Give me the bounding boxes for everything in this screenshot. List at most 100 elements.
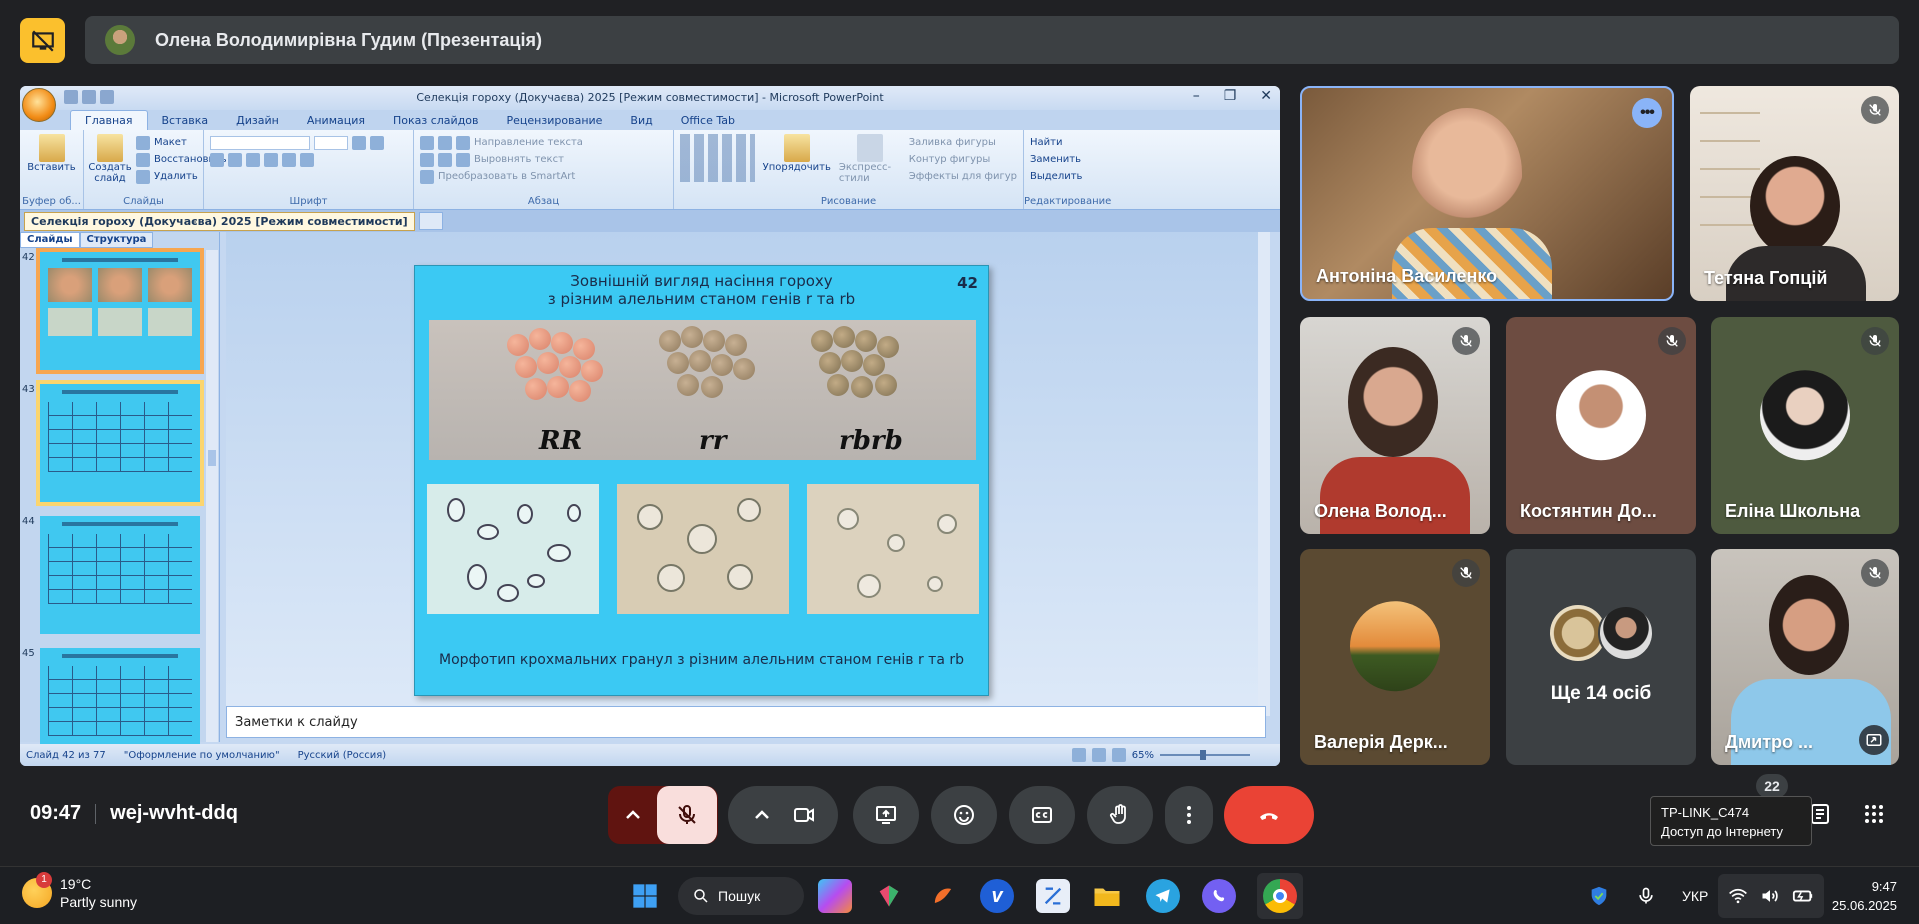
chevron-up-icon[interactable] (750, 803, 774, 827)
shapes-gallery[interactable] (680, 134, 755, 182)
reactions-button[interactable] (931, 786, 997, 844)
shape-outline-button[interactable]: Контур фигуры (909, 151, 1017, 168)
office-button[interactable] (22, 88, 56, 122)
tab-home[interactable]: Главная (70, 110, 148, 130)
network-volume-battery[interactable] (1718, 874, 1824, 918)
layout-button[interactable]: Макет (154, 137, 187, 148)
replace-button[interactable]: Заменить (1030, 151, 1098, 168)
weather-widget[interactable]: 1 19°C Partly sunny (22, 872, 137, 911)
normal-view-icon[interactable] (1071, 748, 1086, 762)
shrink-font-icon[interactable] (370, 135, 384, 150)
participant-tile[interactable]: Тетяна Гопцій (1690, 86, 1899, 301)
paint-icon[interactable] (926, 879, 960, 913)
strike-icon[interactable] (264, 152, 278, 167)
presentation-icon[interactable] (20, 18, 65, 63)
raise-hand-button[interactable] (1087, 786, 1153, 844)
align-left-icon[interactable] (420, 152, 434, 167)
zoom-slider[interactable] (1160, 750, 1250, 760)
tab-outline[interactable]: Структура (79, 232, 154, 248)
indent-icon[interactable] (456, 135, 470, 150)
maximize-icon[interactable]: ❐ (1224, 88, 1237, 104)
file-explorer-icon[interactable] (1090, 879, 1124, 913)
keyboard-language[interactable]: УКР (1682, 888, 1708, 904)
mic-toggle-button[interactable] (657, 786, 717, 844)
slide-thumbnail[interactable]: 42 (20, 248, 219, 380)
tab-design[interactable]: Дизайн (222, 111, 293, 130)
microphone-icon[interactable] (1636, 886, 1656, 906)
paste-button[interactable]: Вставить (27, 162, 75, 173)
picture-in-picture-icon[interactable] (1859, 725, 1889, 755)
chrome-icon[interactable] (1263, 879, 1297, 913)
columns-icon[interactable] (420, 169, 434, 184)
telegram-icon[interactable] (1146, 879, 1180, 913)
participant-tile[interactable]: Костянтин До... (1506, 317, 1696, 534)
slideshow-view-icon[interactable] (1111, 748, 1126, 762)
paste-icon[interactable] (38, 134, 65, 162)
clock[interactable]: 9:47 25.06.2025 (1832, 877, 1897, 915)
bold-icon[interactable] (210, 152, 224, 167)
italic-icon[interactable] (228, 152, 242, 167)
notes-field[interactable]: Заметки к слайду (226, 706, 1266, 738)
align-center-icon[interactable] (438, 152, 452, 167)
document-tab[interactable]: Селекція гороху (Докучаєва) 2025 [Режим … (24, 211, 415, 231)
viber-icon[interactable] (1202, 879, 1236, 913)
tab-slideshow[interactable]: Показ слайдов (379, 111, 493, 130)
font-size-input[interactable] (314, 135, 348, 150)
more-options-button[interactable]: ••• (1632, 98, 1662, 128)
tab-review[interactable]: Рецензирование (493, 111, 617, 130)
participant-tile[interactable]: Еліна Школьна (1711, 317, 1899, 534)
quick-styles-button[interactable]: Экспресс-стили (839, 162, 901, 184)
canvas-scrollbar[interactable] (1258, 232, 1270, 716)
participant-tile[interactable]: Олена Волод... (1300, 317, 1490, 534)
store-icon[interactable] (872, 879, 906, 913)
font-name-input[interactable] (210, 135, 310, 150)
participant-tile[interactable]: ••• Антоніна Василенко (1300, 86, 1674, 301)
shape-fill-button[interactable]: Заливка фигуры (909, 134, 1017, 151)
activities-icon[interactable] (1860, 800, 1888, 828)
tab-view[interactable]: Вид (616, 111, 666, 130)
tab-animation[interactable]: Анимация (293, 111, 379, 130)
minimize-icon[interactable]: – (1193, 88, 1200, 104)
smartart-button[interactable]: Преобразовать в SmartArt (438, 171, 575, 182)
snipping-tool-icon[interactable] (1036, 879, 1070, 913)
taskbar-search[interactable]: Пошук (678, 877, 804, 915)
meeting-code[interactable]: wej-wvht-ddq (110, 802, 238, 824)
bullets-icon[interactable] (420, 135, 434, 150)
underline-icon[interactable] (246, 152, 260, 167)
slides-scrollbar[interactable] (206, 250, 218, 742)
arrange-button[interactable]: Упорядочить (763, 162, 831, 173)
more-participants-tile[interactable]: Ще 14 осіб (1506, 549, 1696, 765)
text-direction-button[interactable]: Направление текста (474, 137, 583, 148)
leave-call-button[interactable] (1224, 786, 1314, 844)
slide-thumbnail[interactable]: 44 (20, 512, 219, 644)
copilot-icon[interactable] (818, 879, 852, 913)
align-right-icon[interactable] (456, 152, 470, 167)
sorter-view-icon[interactable] (1091, 748, 1106, 762)
align-text-button[interactable]: Выровнять текст (474, 154, 564, 165)
zoom-level[interactable]: 65% (1132, 750, 1154, 761)
start-icon[interactable] (628, 879, 662, 913)
audio-settings-chevron[interactable] (609, 803, 657, 827)
numbering-icon[interactable] (438, 135, 452, 150)
delete-button[interactable]: Удалить (154, 171, 198, 182)
participant-tile[interactable]: Валерія Дерк... (1300, 549, 1490, 765)
select-button[interactable]: Выделить (1030, 168, 1098, 185)
new-slide-icon[interactable] (97, 134, 123, 162)
grow-font-icon[interactable] (352, 135, 366, 150)
shape-effects-button[interactable]: Эффекты для фигур (909, 168, 1017, 185)
arrange-icon[interactable] (783, 134, 810, 162)
tab-slides[interactable]: Слайды (20, 232, 80, 248)
tab-office-tab[interactable]: Office Tab (667, 111, 749, 130)
more-options-button[interactable] (1165, 786, 1213, 844)
captions-button[interactable] (1009, 786, 1075, 844)
quick-styles-icon[interactable] (856, 134, 883, 162)
close-icon[interactable]: ✕ (1260, 88, 1272, 104)
shadow-icon[interactable] (282, 152, 296, 167)
participant-tile[interactable]: Дмитро ... (1711, 549, 1899, 765)
slide-thumbnail[interactable]: 43 (20, 380, 219, 512)
present-screen-button[interactable] (853, 786, 919, 844)
find-button[interactable]: Найти (1030, 134, 1098, 151)
tab-insert[interactable]: Вставка (148, 111, 223, 130)
font-color-icon[interactable] (300, 152, 314, 167)
new-tab-button[interactable] (418, 212, 443, 230)
